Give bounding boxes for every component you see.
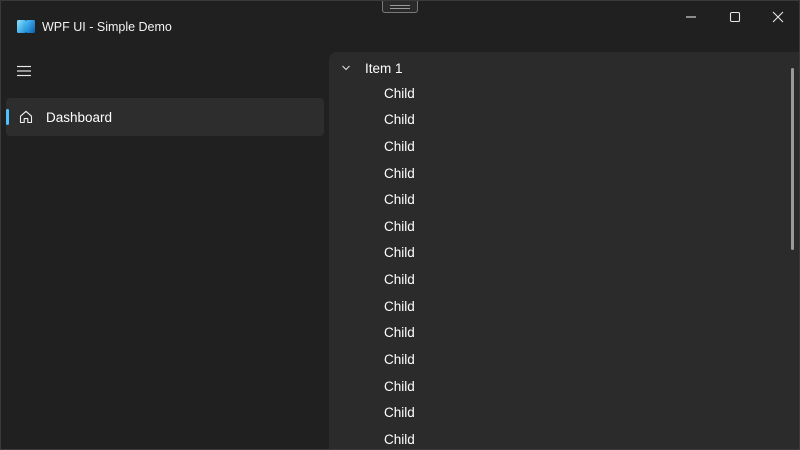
tree-child-item[interactable]: Child <box>384 349 784 371</box>
tree-child-label: Child <box>384 86 415 101</box>
minimize-icon <box>686 16 696 18</box>
tree-child-label: Child <box>384 299 415 314</box>
nav-item-dashboard[interactable]: Dashboard <box>6 98 324 136</box>
chevron-down-icon[interactable] <box>341 63 351 73</box>
window-title: WPF UI - Simple Demo <box>42 20 172 34</box>
tree-child-label: Child <box>384 192 415 207</box>
maximize-icon <box>729 11 741 23</box>
tree-child-label: Child <box>384 405 415 420</box>
tree-child-label: Child <box>384 112 415 127</box>
tree-item-root[interactable]: Item 1 <box>329 56 789 80</box>
hamburger-menu-icon <box>17 65 31 77</box>
wpf-ui-logo-icon <box>17 20 35 33</box>
title-bar[interactable]: WPF UI - Simple Demo <box>1 1 799 51</box>
tree-child-label: Child <box>384 139 415 154</box>
tree-child-item[interactable]: Child <box>384 163 784 185</box>
tree-child-item[interactable]: Child <box>384 376 784 398</box>
maximize-button[interactable] <box>712 1 758 33</box>
tree-child-item[interactable]: Child <box>384 216 784 238</box>
nav-item-label: Dashboard <box>46 110 113 125</box>
tree-child-item[interactable]: Child <box>384 242 784 264</box>
nav-toggle-button[interactable] <box>7 56 41 86</box>
tree-child-item[interactable]: Child <box>384 429 784 449</box>
tree-item-label: Item 1 <box>365 61 403 76</box>
tree-child-label: Child <box>384 219 415 234</box>
tree-child-item[interactable]: Child <box>384 269 784 291</box>
tree-child-item[interactable]: Child <box>384 402 784 424</box>
tree-child-label: Child <box>384 166 415 181</box>
close-icon <box>772 11 784 23</box>
tree-child-label: Child <box>384 379 415 394</box>
minimize-button[interactable] <box>668 1 714 33</box>
tree-child-label: Child <box>384 325 415 340</box>
drag-handle[interactable] <box>382 1 418 13</box>
vertical-scrollbar[interactable] <box>791 68 794 250</box>
tree-child-label: Child <box>384 432 415 447</box>
tree-child-item[interactable]: Child <box>384 296 784 318</box>
tree-child-item[interactable]: Child <box>384 189 784 211</box>
tree-child-label: Child <box>384 352 415 367</box>
tree-view: Item 1 Child Child Child Child Child Chi… <box>329 52 799 449</box>
close-button[interactable] <box>755 1 799 33</box>
tree-child-label: Child <box>384 272 415 287</box>
tree-child-label: Child <box>384 245 415 260</box>
tree-child-item[interactable]: Child <box>384 136 784 158</box>
app-window: WPF UI - Simple Demo Dashboard Item 1 Ch… <box>0 0 800 450</box>
tree-child-item[interactable]: Child <box>384 83 784 105</box>
home-icon <box>19 110 33 124</box>
tree-child-item[interactable]: Child <box>384 109 784 131</box>
selection-indicator <box>6 109 9 125</box>
tree-child-item[interactable]: Child <box>384 322 784 344</box>
